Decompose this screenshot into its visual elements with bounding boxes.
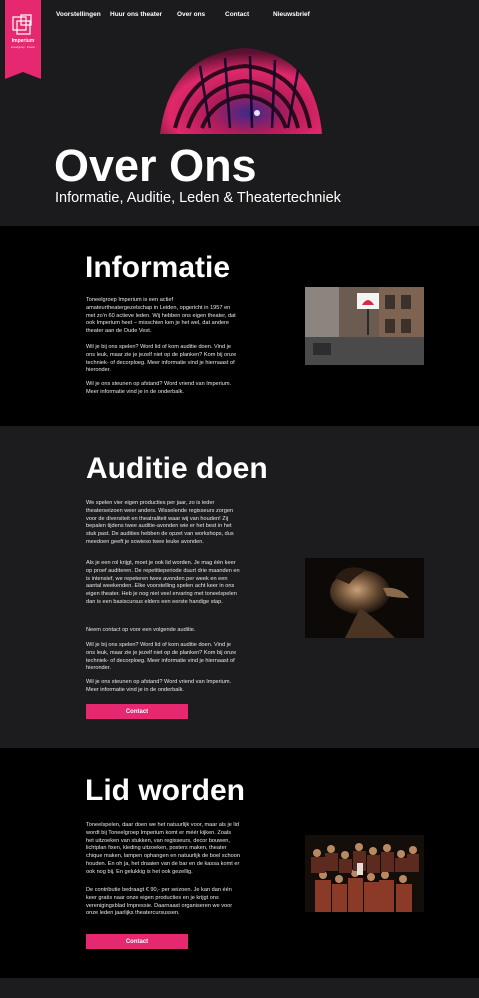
auditie-paragraph-1: We spelen vier eigen producties per jaar…	[86, 500, 234, 545]
section-title-auditie: Auditie doen	[86, 452, 268, 485]
top-nav: Voorstellingen Huur ons theater Over ons…	[0, 0, 479, 30]
theater-building-photo	[305, 287, 424, 365]
nav-contact[interactable]: Contact	[225, 11, 249, 18]
section-auditie: Auditie doen We spelen vier eigen produc…	[0, 426, 479, 748]
imperium-logo[interactable]: Imperium toneelgroep · theater	[5, 0, 41, 79]
logo-mark-icon	[12, 14, 32, 35]
page-title: Over Ons	[54, 140, 257, 191]
informatie-paragraph-2: Wil je bij ons spelen? Word lid of kom a…	[86, 344, 237, 374]
logo-name: Imperium	[11, 38, 35, 44]
auditie-contact-button[interactable]: Contact	[86, 704, 188, 719]
section-title-informatie: Informatie	[85, 251, 231, 284]
informatie-paragraph-1: Toneelgroep Imperium is een actief amate…	[86, 297, 236, 335]
section-lid-worden: Lid worden Toneelspelen, daar doen we he…	[0, 748, 479, 978]
nav-voorstellingen[interactable]: Voorstellingen	[56, 11, 101, 18]
section-informatie: Informatie Toneelgroep Imperium is een a…	[0, 226, 479, 426]
lid-paragraph-1: Toneelspelen, daar doen we het natuurlij…	[86, 822, 240, 875]
informatie-paragraph-3: Wil je ons steunen op afstand? Word vrie…	[86, 381, 232, 395]
lid-contact-button[interactable]: Contact	[86, 934, 188, 949]
section-title-lid-worden: Lid worden	[85, 774, 245, 807]
hero-stage-image	[160, 48, 322, 134]
auditie-paragraph-2: Als je een rol krijgt, moet je ook lid w…	[86, 560, 240, 605]
nav-nieuwsbrief[interactable]: Nieuwsbrief	[273, 11, 310, 18]
auditie-paragraph-3: Neem contact op voor een volgende auditi…	[86, 627, 196, 633]
actor-portrait-photo	[305, 558, 424, 638]
footer-bar	[0, 978, 479, 998]
page-subtitle: Informatie, Auditie, Leden & Theatertech…	[55, 190, 341, 206]
group-cast-photo	[305, 835, 424, 912]
lid-paragraph-2: De contributie bedraagt € 90,- per seizo…	[86, 887, 233, 917]
logo-tagline: toneelgroep · theater	[10, 46, 36, 49]
nav-huur-ons-theater[interactable]: Huur ons theater	[110, 11, 162, 18]
auditie-paragraph-5: Wil je ons steunen op afstand? Word vrie…	[86, 679, 232, 693]
auditie-paragraph-4: Wil je bij ons spelen? Word lid of kom a…	[86, 642, 237, 672]
nav-over-ons[interactable]: Over ons	[177, 11, 205, 18]
